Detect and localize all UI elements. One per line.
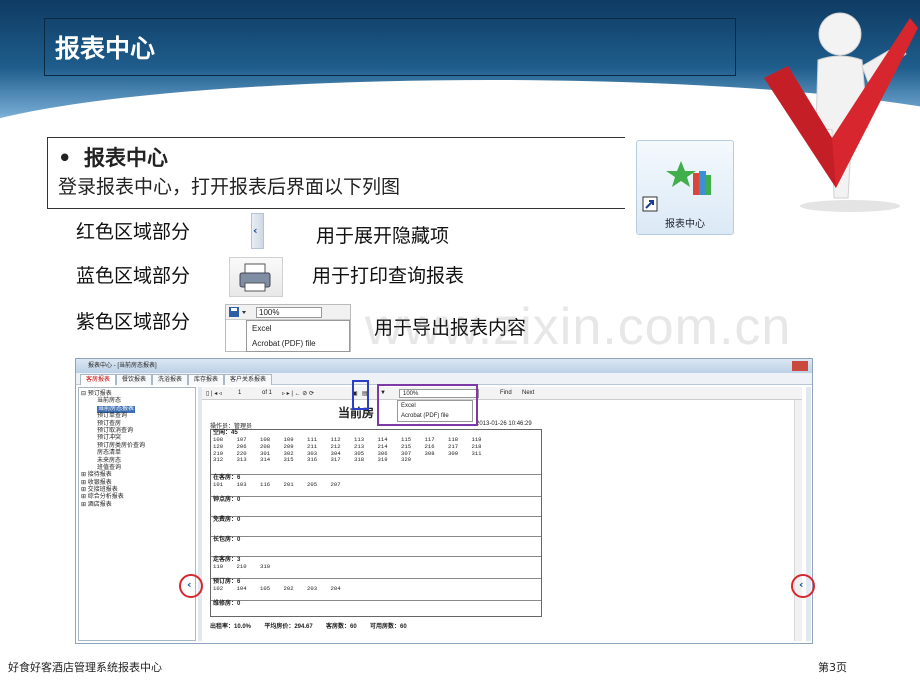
tree-item[interactable]: ⊞ 综合分析报表	[81, 494, 193, 501]
tree-item[interactable]: ⊞ 接待报表	[81, 472, 193, 479]
tree-item[interactable]: ⊞ 酒店报表	[81, 502, 193, 509]
bullet-text: 登录报表中心，打开报表后界面以下列图	[58, 176, 401, 198]
report-section: 预订房：6 102 104 105 202 203 204	[211, 578, 541, 593]
report-center-icon	[642, 161, 711, 212]
blue-highlight-print	[352, 380, 369, 410]
export-option-excel: Excel	[252, 324, 272, 333]
expand-toggle-sample: ‹	[251, 213, 264, 249]
report-section: 钟点房：0	[211, 496, 541, 504]
row-desc-red: 用于展开隐藏项	[316, 225, 450, 247]
tab-room-report[interactable]: 客房报表	[80, 374, 117, 385]
page-count: of 1	[262, 390, 273, 396]
export-menu-sample: 100% Excel Acrobat (PDF) file	[225, 304, 351, 352]
report-center-icon-label: 报表中心	[665, 219, 705, 230]
row-desc-blue: 用于打印查询报表	[312, 265, 465, 287]
page-number[interactable]: 1	[238, 390, 241, 396]
next-link[interactable]: Next	[522, 390, 534, 396]
export-toolbar: 100%	[226, 305, 350, 320]
printer-icon	[239, 263, 271, 292]
tab-bath-report[interactable]: 洗浴报表	[152, 374, 189, 385]
report-section: 空闲：45 108 107 108 109 111 112 113 114 11…	[213, 430, 482, 464]
export-option-pdf: Acrobat (PDF) file	[252, 339, 316, 348]
print-button-sample	[229, 257, 283, 297]
report-section: 长包房：0	[211, 536, 541, 544]
export-zoom-select: 100%	[256, 307, 322, 318]
find-link[interactable]: Find	[500, 390, 512, 396]
vertical-scrollbar[interactable]	[794, 400, 802, 641]
report-footer: 出租率：10.0% 平均房价：294.67 客房数：60 可用房数：60	[210, 624, 407, 630]
red-highlight-right: ‹	[791, 574, 815, 598]
red-highlight-left: ‹	[179, 574, 203, 598]
report-toolbar: ▯ | ◂ ◃ 1 of 1 ▹ ▸ | ← ⊘ ⟳ ▣ ▤ ▼ 100% Fi…	[202, 387, 802, 400]
report-section: 在客房：6 101 103 116 201 205 207	[211, 474, 541, 489]
tab-stock-report[interactable]: 库存报表	[188, 374, 225, 385]
tab-crm-report[interactable]: 客户关系报表	[224, 374, 273, 385]
tree-item[interactable]: 预订查房	[81, 421, 193, 428]
chevron-left-icon: ‹	[253, 224, 258, 237]
report-section: 维修房：0	[211, 600, 541, 608]
slide-title: 报表中心	[55, 34, 156, 63]
tree-item[interactable]: 未来房态	[81, 458, 193, 465]
chevron-left-icon: ‹	[799, 578, 804, 591]
chevron-left-icon: ‹	[187, 578, 192, 591]
purple-highlight-export	[377, 384, 478, 426]
window-titlebar: 报表中心 - [当前房态报表]	[76, 359, 812, 373]
slide-title-box: 报表中心	[44, 18, 736, 76]
tree-item[interactable]: 预订冲突	[81, 435, 193, 442]
bullet-heading-row: • 报表中心	[58, 142, 168, 172]
report-section: 走客房：3 110 210 310	[211, 556, 541, 571]
footer-left: 好食好客酒店管理系统报表中心	[8, 661, 162, 674]
bullet-heading: 报表中心	[84, 146, 168, 170]
intro-box: • 报表中心 登录报表中心，打开报表后界面以下列图	[47, 137, 625, 209]
row-label-blue: 蓝色区域部分	[76, 265, 191, 287]
bullet-dot: •	[58, 146, 72, 170]
close-icon[interactable]	[792, 361, 808, 371]
report-table: 空闲：45 108 107 108 109 111 112 113 114 11…	[210, 429, 542, 617]
window-controls	[770, 361, 808, 371]
tab-dining-report[interactable]: 餐饮报表	[116, 374, 153, 385]
page-number-footer: 第3页	[818, 661, 847, 674]
export-dropdown: Excel Acrobat (PDF) file	[246, 320, 350, 352]
tree-item[interactable]: 预订单查询	[81, 413, 193, 420]
mascot-checkmark-illustration	[764, 12, 918, 212]
report-tree: ⊟ 预订报表 当前房态 当前房态报表 预订单查询 预订查房 预订取消查询 预订冲…	[78, 387, 196, 641]
tree-item[interactable]: 当前房态	[81, 398, 193, 405]
watermark: www.zixin.com.cn	[365, 298, 792, 356]
row-label-purple: 紫色区域部分	[76, 311, 191, 333]
save-disk-icon	[229, 307, 246, 317]
tree-item[interactable]: 房态清单	[81, 450, 193, 457]
tree-item[interactable]: ⊞ 收银报表	[81, 480, 193, 487]
toolbar-nav-next-icons[interactable]: ▹ ▸ | ← ⊘ ⟳	[282, 390, 314, 397]
row-label-red: 红色区域部分	[76, 221, 191, 243]
report-date: 2013-01-26 10:46:29	[476, 421, 532, 427]
report-center-icon-button[interactable]: 报表中心	[636, 140, 734, 235]
toolbar-nav-icons[interactable]: ▯ | ◂ ◃	[206, 390, 222, 397]
window-title: 报表中心 - [当前房态报表]	[88, 363, 157, 369]
report-section: 免费房：0	[211, 516, 541, 524]
collapse-right-splitter[interactable]	[806, 387, 811, 641]
